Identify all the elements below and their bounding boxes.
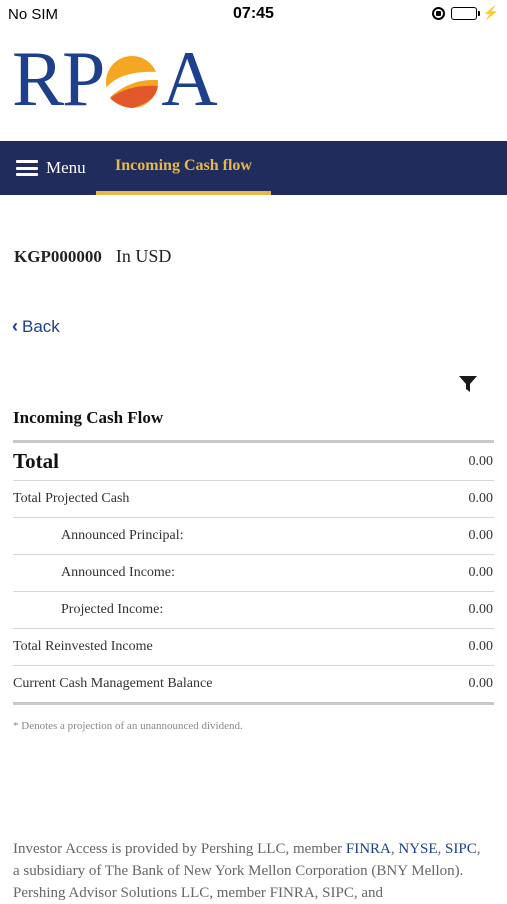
row-value: 0.00	[439, 517, 494, 555]
menu-button[interactable]: Menu	[16, 141, 86, 195]
tab-incoming-cash-flow[interactable]: Incoming Cash flow	[96, 141, 271, 195]
table-row: Projected Income: 0.00	[13, 591, 494, 629]
sun-logo-icon	[106, 56, 159, 108]
nyse-link[interactable]: NYSE	[398, 841, 437, 857]
hamburger-icon	[16, 160, 38, 176]
chevron-left-icon: ‹	[12, 316, 18, 336]
table-row: Total Projected Cash 0.00	[13, 480, 494, 518]
logo-text-right: A	[161, 35, 217, 122]
currency-label: In USD	[115, 246, 172, 266]
filter-icon[interactable]	[458, 374, 478, 394]
row-value: 0.00	[439, 554, 494, 592]
row-value: 0.00	[439, 628, 494, 666]
nav-bar: Menu Incoming Cash flow	[0, 141, 507, 195]
row-value: 0.00	[439, 665, 494, 705]
footer-text: Investor Access is provided by Pershing …	[13, 841, 346, 857]
section-title: Incoming Cash Flow	[13, 408, 164, 427]
row-value: 0.00	[439, 440, 494, 481]
table-row: Total Reinvested Income 0.00	[13, 628, 494, 666]
status-icons: ⚡	[431, 5, 499, 21]
projection-footnote: * Denotes a projection of an unannounced…	[13, 720, 243, 732]
row-label: Announced Principal:	[13, 517, 440, 555]
row-label: Projected Income:	[13, 591, 440, 629]
row-label: Total Projected Cash	[13, 480, 440, 518]
back-button[interactable]: ‹ Back	[12, 316, 60, 337]
orientation-lock-icon	[431, 6, 445, 20]
charging-icon: ⚡	[482, 5, 499, 20]
table-row: Announced Principal: 0.00	[13, 517, 494, 555]
account-header: KGP000000 In USD	[14, 246, 171, 267]
row-label: Announced Income:	[13, 554, 440, 592]
account-id: KGP000000	[14, 247, 102, 266]
row-label: Total	[13, 440, 440, 481]
row-value: 0.00	[439, 480, 494, 518]
battery-icon	[450, 6, 480, 20]
finra-link[interactable]: FINRA	[346, 841, 391, 857]
rpoa-logo: RP A	[12, 35, 218, 122]
cash-flow-table: Total 0.00 Total Projected Cash 0.00 Ann…	[13, 440, 494, 705]
row-label: Total Reinvested Income	[13, 628, 440, 666]
disclosure-footer: Investor Access is provided by Pershing …	[13, 838, 483, 904]
table-row: Total 0.00	[13, 440, 494, 481]
table-row: Announced Income: 0.00	[13, 554, 494, 592]
menu-label: Menu	[46, 158, 86, 177]
row-label: Current Cash Management Balance	[13, 665, 440, 705]
row-value: 0.00	[439, 591, 494, 629]
footer-separator: ,	[437, 841, 446, 857]
back-label: Back	[22, 316, 60, 336]
sipc-link[interactable]: SIPC	[445, 841, 477, 857]
logo-text-left: RP	[12, 35, 105, 122]
table-row: Current Cash Management Balance 0.00	[13, 665, 494, 705]
status-bar: No SIM 07:45 ⚡	[0, 0, 507, 28]
